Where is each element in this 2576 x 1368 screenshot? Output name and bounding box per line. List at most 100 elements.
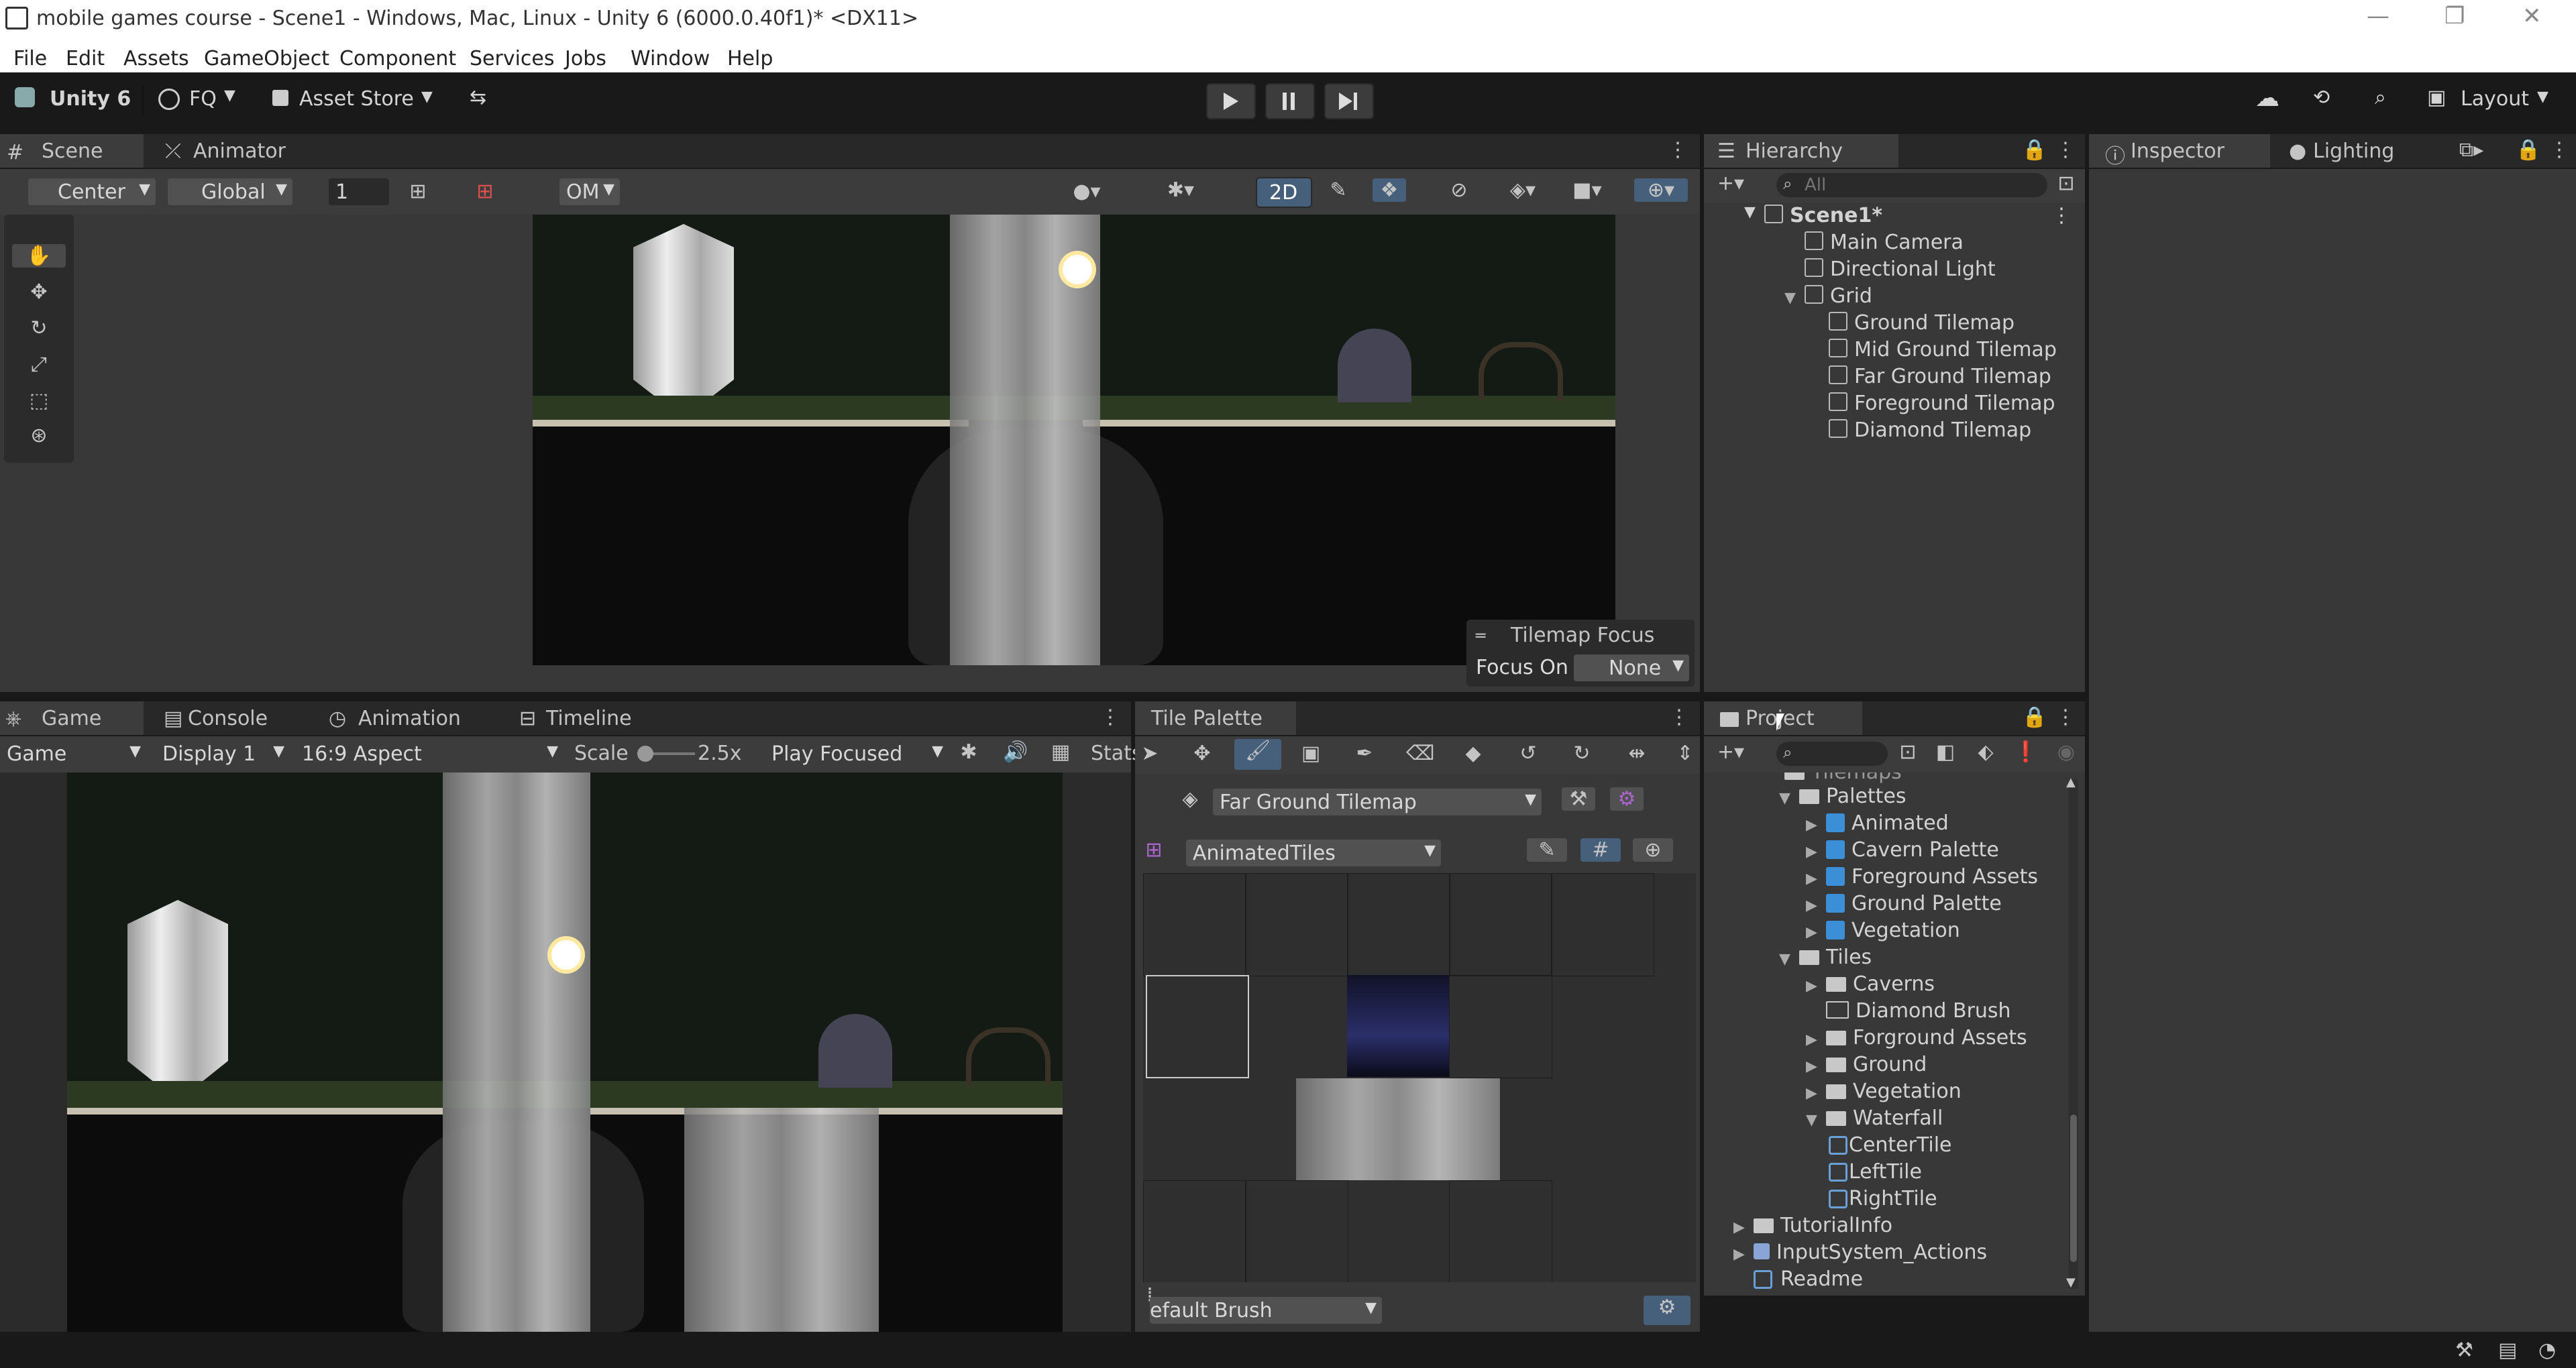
menu-help[interactable]: Help (727, 43, 773, 70)
gizmo-toggle-icon[interactable]: ⊕ (1633, 838, 1673, 862)
add-icon[interactable]: +▾ (1711, 172, 1751, 195)
rotate-tool-icon[interactable]: ↻ (12, 317, 66, 340)
grid-size-field[interactable]: 1 (329, 178, 389, 205)
project-item-tutorialinfo[interactable]: ▶ TutorialInfo (1733, 1214, 1892, 1237)
project-item-vegetation-palette[interactable]: ▶ Vegetation (1806, 919, 1960, 942)
restore-icon[interactable]: ❐ (2445, 3, 2465, 30)
scale-tool-icon[interactable]: ⤢ (12, 353, 66, 376)
tag-icon[interactable]: ⬖ (1972, 740, 1999, 764)
space-dropdown[interactable]: Global ▼ (168, 178, 292, 205)
hierarchy-item-far-ground-tilemap[interactable]: Far Ground Tilemap (1829, 365, 2051, 388)
select-tool-icon[interactable]: ➤ (1136, 742, 1163, 765)
snap-increment-icon[interactable]: ⊞ (468, 180, 502, 203)
palette-cell[interactable] (1245, 1180, 1348, 1282)
display-dropdown[interactable]: Display 1 ▼ (156, 740, 290, 767)
waterfall-tile[interactable] (1296, 1078, 1500, 1180)
scene-camera-icon[interactable]: ■▾ (1567, 178, 1607, 202)
layout-icon[interactable]: ▣ (2427, 86, 2446, 109)
project-item-readme[interactable]: Readme (1754, 1267, 1863, 1291)
project-item-righttile[interactable]: RightTile (1829, 1187, 1937, 1210)
play-button[interactable] (1206, 83, 1256, 119)
rect-tool-icon[interactable]: ⬚ (12, 389, 66, 412)
overflow-tabs-icon[interactable]: ⧉▸ (2451, 138, 2491, 162)
expand-arrow-icon[interactable]: ▶ (1733, 1219, 1754, 1236)
active-tilemap-dropdown[interactable]: Far Ground Tilemap ▼ (1213, 789, 1542, 815)
focus-on-dropdown[interactable]: None ▼ (1574, 654, 1689, 681)
edit-palette-icon[interactable]: ✎ (1527, 838, 1567, 862)
tilemap-settings-icon[interactable]: ⚙ (1610, 787, 1644, 811)
project-item-ground-palette[interactable]: ▶ Ground Palette (1806, 892, 2002, 915)
box-fill-icon[interactable]: ▣ (1297, 742, 1324, 765)
game-view[interactable] (0, 773, 1131, 1332)
lighting-toggle-icon[interactable]: ✎ (1322, 178, 1355, 202)
expand-arrow-icon[interactable]: ▶ (1733, 1246, 1754, 1263)
hierarchy-item-directional-light[interactable]: Directional Light (1805, 258, 1996, 281)
pivot-dropdown[interactable]: Center ▼ (28, 178, 156, 205)
more-options-icon[interactable]: ⋮ (1669, 705, 1689, 729)
scene-view[interactable]: ✋ ✥ ↻ ⤢ ⬚ ⊛ ═ Tilemap Focus Focus On Non… (0, 215, 1700, 692)
expand-arrow-icon[interactable]: ▼ (1784, 290, 1805, 306)
project-item-forground-assets[interactable]: ▶ Forground Assets (1806, 1026, 2027, 1049)
transform-tool-icon[interactable]: ⊛ (12, 424, 66, 447)
expand-arrow-icon[interactable]: ▶ (1806, 1085, 1826, 1102)
expand-arrow-icon[interactable]: ▶ (1806, 1031, 1826, 1048)
project-scrollbar[interactable]: ▲ ▼ (2066, 775, 2078, 1290)
expand-arrow-icon[interactable]: ▶ (1806, 817, 1826, 834)
expand-arrow-icon[interactable]: ▼ (1806, 1112, 1826, 1129)
lock-icon[interactable]: 🔒 (2022, 705, 2047, 729)
scroll-down-icon[interactable]: ▼ (2066, 1275, 2076, 1290)
tab-game[interactable]: ⎈ Game (0, 701, 144, 735)
history-icon[interactable]: ⟲ (2313, 86, 2330, 109)
project-item-tiles[interactable]: ▼ Tiles (1779, 946, 1872, 969)
game-mode-dropdown[interactable]: Game ▼ (0, 740, 146, 767)
palette-cell[interactable] (1449, 975, 1552, 1078)
project-item-cavern-palette[interactable]: ▶ Cavern Palette (1806, 838, 1999, 862)
layout-dropdown[interactable]: Layout (2461, 87, 2529, 111)
pause-button[interactable] (1265, 83, 1315, 119)
tab-animator[interactable]: ⤫ Animator (146, 134, 307, 168)
hierarchy-search-input[interactable] (1803, 174, 2041, 196)
more-options-icon[interactable]: ⋮ (2055, 705, 2076, 729)
debug-icon[interactable]: ✱▾ (1161, 178, 1201, 202)
more-options-icon[interactable]: ⋮ (1100, 705, 1120, 729)
layers-icon[interactable]: ◈▾ (1503, 178, 1543, 202)
tab-hierarchy[interactable]: ☰ Hierarchy (1704, 134, 1898, 168)
tab-animation[interactable]: ◷ Animation (310, 701, 498, 735)
tab-tile-palette[interactable]: Tile Palette (1135, 701, 1296, 735)
project-item-inputsystem-actions[interactable]: ▶ InputSystem_Actions (1733, 1241, 1987, 1264)
project-item-animated[interactable]: ▶ Animated (1806, 811, 1949, 835)
lock-icon[interactable]: 🔒 (2022, 138, 2047, 162)
account-dropdown-icon[interactable]: ▼ (224, 87, 235, 104)
night-sky-tile[interactable] (1347, 975, 1449, 1077)
project-item-caverns[interactable]: ▶ Caverns (1806, 972, 1935, 996)
gizmos-icon[interactable]: ⊕▾ (1634, 178, 1688, 202)
project-search-field[interactable]: ⌕ (1776, 742, 1888, 766)
expand-arrow-icon[interactable]: ▶ (1806, 978, 1826, 994)
eraser-icon[interactable]: ⌫ (1406, 742, 1434, 765)
filter-icon[interactable]: ⊡ (2053, 172, 2080, 195)
hierarchy-item-foreground-tilemap[interactable]: Foreground Tilemap (1829, 392, 2055, 415)
project-item-vegetation[interactable]: ▶ Vegetation (1806, 1080, 1962, 1103)
move-tool-icon[interactable]: ✥ (12, 280, 66, 304)
project-item-palettes[interactable]: ▼ Palettes (1779, 785, 1907, 808)
drag-handle-icon[interactable]: ═ (1476, 626, 1485, 645)
palette-cell-selected[interactable] (1146, 975, 1249, 1078)
more-options-icon[interactable]: ⋮ (2055, 138, 2076, 162)
palette-cell[interactable] (1347, 873, 1450, 976)
step-button[interactable] (1324, 83, 1374, 119)
scrollbar-thumb[interactable] (2070, 1115, 2077, 1262)
asset-store-icon[interactable] (272, 90, 288, 106)
palette-cell[interactable] (1143, 873, 1246, 976)
camera-gizmo-icon[interactable]: ●▾ (1067, 180, 1107, 203)
menu-edit[interactable]: Edit (66, 43, 105, 70)
search-by-type-icon[interactable]: ⊡ (1894, 740, 1921, 764)
tab-timeline[interactable]: ⊟ Timeline (500, 701, 675, 735)
auto-generate-lighting-icon[interactable]: ⚒ (2455, 1338, 2473, 1362)
search-icon[interactable]: ⌕ (2375, 86, 2386, 109)
menu-file[interactable]: File (13, 43, 47, 70)
project-item-waterfall[interactable]: ▼ Waterfall (1806, 1106, 1943, 1130)
audio-toggle-icon[interactable]: ❖ (1373, 178, 1406, 202)
project-item-tilemaps[interactable]: Tilemaps (1784, 773, 1902, 784)
flip-y-icon[interactable]: ⇕ (1672, 742, 1699, 765)
visibility-icon[interactable]: ◉ (2053, 740, 2080, 764)
